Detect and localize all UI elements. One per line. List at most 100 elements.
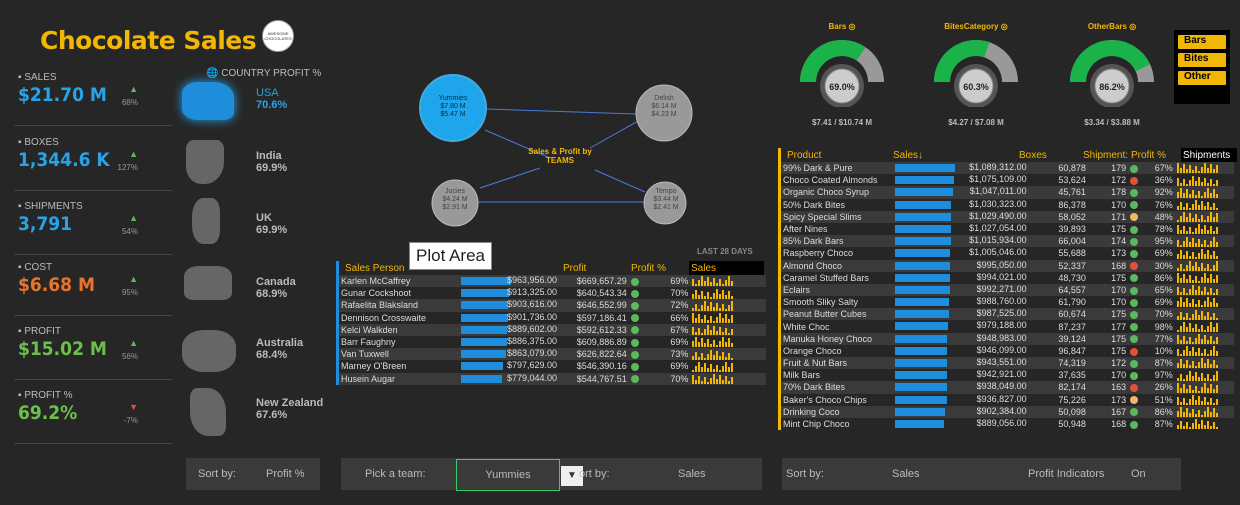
map-india[interactable]: [186, 140, 224, 184]
table-row[interactable]: Mint Chip Choco $889,056.00 50,948 168 8…: [781, 418, 1234, 430]
legend-other-button[interactable]: Other: [1178, 71, 1226, 85]
table-row[interactable]: Smooth Sliky Salty $988,760.00 61,790 17…: [781, 296, 1234, 308]
sort-country-value[interactable]: Profit %: [266, 468, 305, 480]
table-row[interactable]: Baker's Choco Chips $936,827.00 75,226 1…: [781, 394, 1234, 406]
table-row[interactable]: 50% Dark Bites $1,030,323.00 86,378 170 …: [781, 199, 1234, 211]
profit-indicator-icon: [1130, 359, 1139, 368]
team-profit: $2.91 M: [442, 204, 468, 211]
country-uk[interactable]: UK 69.9%: [256, 212, 287, 236]
profit-indicator-icon: [1130, 225, 1139, 234]
table-row[interactable]: Eclairs $992,271.00 64,557 170 65%: [781, 283, 1234, 297]
profit-pct: 98%: [1154, 321, 1173, 332]
boxes-value: 60,674: [1028, 308, 1088, 321]
table-row[interactable]: Manuka Honey Choco $948,983.00 39,124 17…: [781, 332, 1234, 345]
country-canada[interactable]: Canada 68.9%: [256, 276, 296, 300]
sparkline: [692, 361, 734, 372]
sales-value: $779,044.00: [507, 372, 558, 383]
profit-pct: 67%: [642, 323, 691, 336]
gauge-otherbars: OtherBars ◎ 86.2% $3.34 / $3.88 M: [1067, 22, 1157, 127]
col-product[interactable]: Product: [787, 150, 821, 161]
table-row[interactable]: Almond Choco $995,050.00 52,337 168 30%: [781, 259, 1234, 272]
sales-bar: [895, 273, 951, 282]
col-profit[interactable]: Profit: [563, 263, 586, 274]
sort-products-value[interactable]: Sales: [892, 468, 920, 480]
kpi-change: 95%: [121, 288, 138, 297]
table-row[interactable]: Drinking Coco $902,384.00 50,098 167 86%: [781, 405, 1234, 418]
col-sales-trend[interactable]: Sales: [689, 261, 764, 275]
shipments-value: 170: [1111, 199, 1127, 210]
table-row[interactable]: Kelci Walkden $889,602.00 $592,612.33 67…: [339, 323, 766, 336]
kpi-change: 68%: [121, 98, 138, 107]
profit-value: $669,657.29: [559, 275, 629, 288]
sort-country-control[interactable]: Sort by: Profit %: [186, 458, 320, 490]
table-row[interactable]: White Choc $979,188.00 87,237 177 98%: [781, 320, 1234, 332]
table-row[interactable]: Orange Choco $946,099.00 96,847 175 10%: [781, 345, 1234, 357]
sales-bar: [460, 362, 503, 371]
col-boxes[interactable]: Boxes: [1019, 150, 1047, 161]
col-sales-person[interactable]: Sales Person: [345, 263, 404, 274]
country-new-zealand[interactable]: New Zealand 67.6%: [256, 397, 323, 421]
legend-bites-button[interactable]: Bites: [1178, 53, 1226, 67]
table-row[interactable]: Husein Augar $779,044.00 $544,767.51 70%: [339, 372, 766, 385]
shipments-value: 170: [1111, 370, 1127, 381]
table-row[interactable]: Marney O'Breen $797,629.00 $546,390.16 6…: [339, 360, 766, 372]
map-canada[interactable]: [184, 266, 232, 300]
sales-value: $889,602.00: [507, 323, 558, 334]
legend-bars-button[interactable]: Bars: [1178, 35, 1226, 49]
table-row[interactable]: Gunar Cockshoot $913,325.00 $640,543.34 …: [339, 287, 766, 299]
table-row[interactable]: Spicy Special Slims $1,029,490.00 58,052…: [781, 210, 1234, 223]
profit-indicator-icon: [1130, 237, 1139, 246]
col-profit-pct[interactable]: Profit %: [631, 263, 666, 274]
table-row[interactable]: Peanut Butter Cubes $987,525.00 60,674 1…: [781, 308, 1234, 321]
shipments-value: 175: [1111, 272, 1127, 283]
map-usa[interactable]: [182, 82, 234, 120]
table-row[interactable]: Choco Coated Almonds $1,075,109.00 53,62…: [781, 174, 1234, 186]
country-usa[interactable]: USA 70.6%: [256, 87, 287, 111]
profit-value: $597,186.41: [576, 312, 627, 323]
country-india[interactable]: India 69.9%: [256, 150, 287, 174]
col-sales[interactable]: Sales↓: [893, 150, 923, 161]
col-shipments-trend[interactable]: Shipments: [1181, 148, 1237, 162]
team-name: Tempo: [655, 188, 677, 195]
table-row[interactable]: Barr Faughny $886,375.00 $609,886.89 69%: [339, 336, 766, 348]
product-name: Baker's Choco Chips: [783, 394, 867, 405]
col-profit-pct[interactable]: Profit %: [1131, 150, 1166, 161]
profit-pct: 30%: [1142, 259, 1175, 272]
table-row[interactable]: After Nines $1,027,054.00 39,893 175 78%: [781, 223, 1234, 235]
table-row[interactable]: 99% Dark & Pure $1,089,312.00 60,878 179…: [781, 162, 1234, 175]
gauge-values: $3.34 / $3.88 M: [1084, 118, 1140, 127]
table-row[interactable]: Rafaelita Blaksland $903,616.00 $646,552…: [339, 299, 766, 312]
product-name: Fruit & Nut Bars: [781, 357, 894, 370]
profit-indicator-icon: [1130, 347, 1139, 356]
map-australia[interactable]: [182, 330, 236, 372]
table-row[interactable]: Milk Bars $942,921.00 37,635 170 97%: [781, 369, 1234, 381]
sparkline: [1176, 297, 1219, 308]
globe-icon: 🌐: [206, 68, 219, 79]
bubble-label-tempo: Tempo $3.44 M $2.41 M: [645, 188, 687, 212]
table-row[interactable]: Raspberry Choco $1,005,046.00 55,688 173…: [781, 247, 1234, 259]
table-row[interactable]: 85% Dark Bars $1,015,934.00 66,004 174 9…: [781, 235, 1234, 248]
table-row[interactable]: Van Tuxwell $863,079.00 $626,822.64 73%: [339, 348, 766, 361]
sales-value: $994,021.00: [976, 271, 1027, 282]
team-select[interactable]: Yummies: [456, 459, 560, 491]
sales-bar: [895, 322, 949, 331]
map-new-zealand[interactable]: [190, 388, 226, 436]
sales-value: $987,525.00: [976, 308, 1027, 319]
shipments-value: 163: [1087, 381, 1129, 394]
sales-value: $938,049.00: [976, 381, 1027, 392]
sort-people-value[interactable]: Sales: [678, 468, 706, 480]
table-row[interactable]: Fruit & Nut Bars $943,551.00 74,319 172 …: [781, 357, 1234, 370]
table-row[interactable]: Karlen McCaffrey $963,956.00 $669,657.29…: [339, 275, 766, 288]
profit-pct: 69%: [1154, 297, 1173, 308]
table-row[interactable]: 70% Dark Bites $938,049.00 82,174 163 26…: [781, 381, 1234, 394]
table-row[interactable]: Organic Choco Syrup $1,047,011.00 45,761…: [781, 186, 1234, 199]
country-australia[interactable]: Australia 68.4%: [256, 337, 303, 361]
sales-value: $948,983.00: [976, 332, 1027, 343]
table-row[interactable]: Dennison Crosswaite $901,736.00 $597,186…: [339, 312, 766, 324]
map-uk[interactable]: [192, 198, 220, 244]
kpi-label: PROFIT %: [24, 390, 73, 401]
profit-indicators-value[interactable]: On: [1131, 468, 1146, 480]
table-row[interactable]: Caramel Stuffed Bars $994,021.00 48,730 …: [781, 272, 1234, 284]
col-shipment[interactable]: Shipment:: [1083, 150, 1128, 161]
team-sales: $6.14 M: [651, 103, 677, 110]
